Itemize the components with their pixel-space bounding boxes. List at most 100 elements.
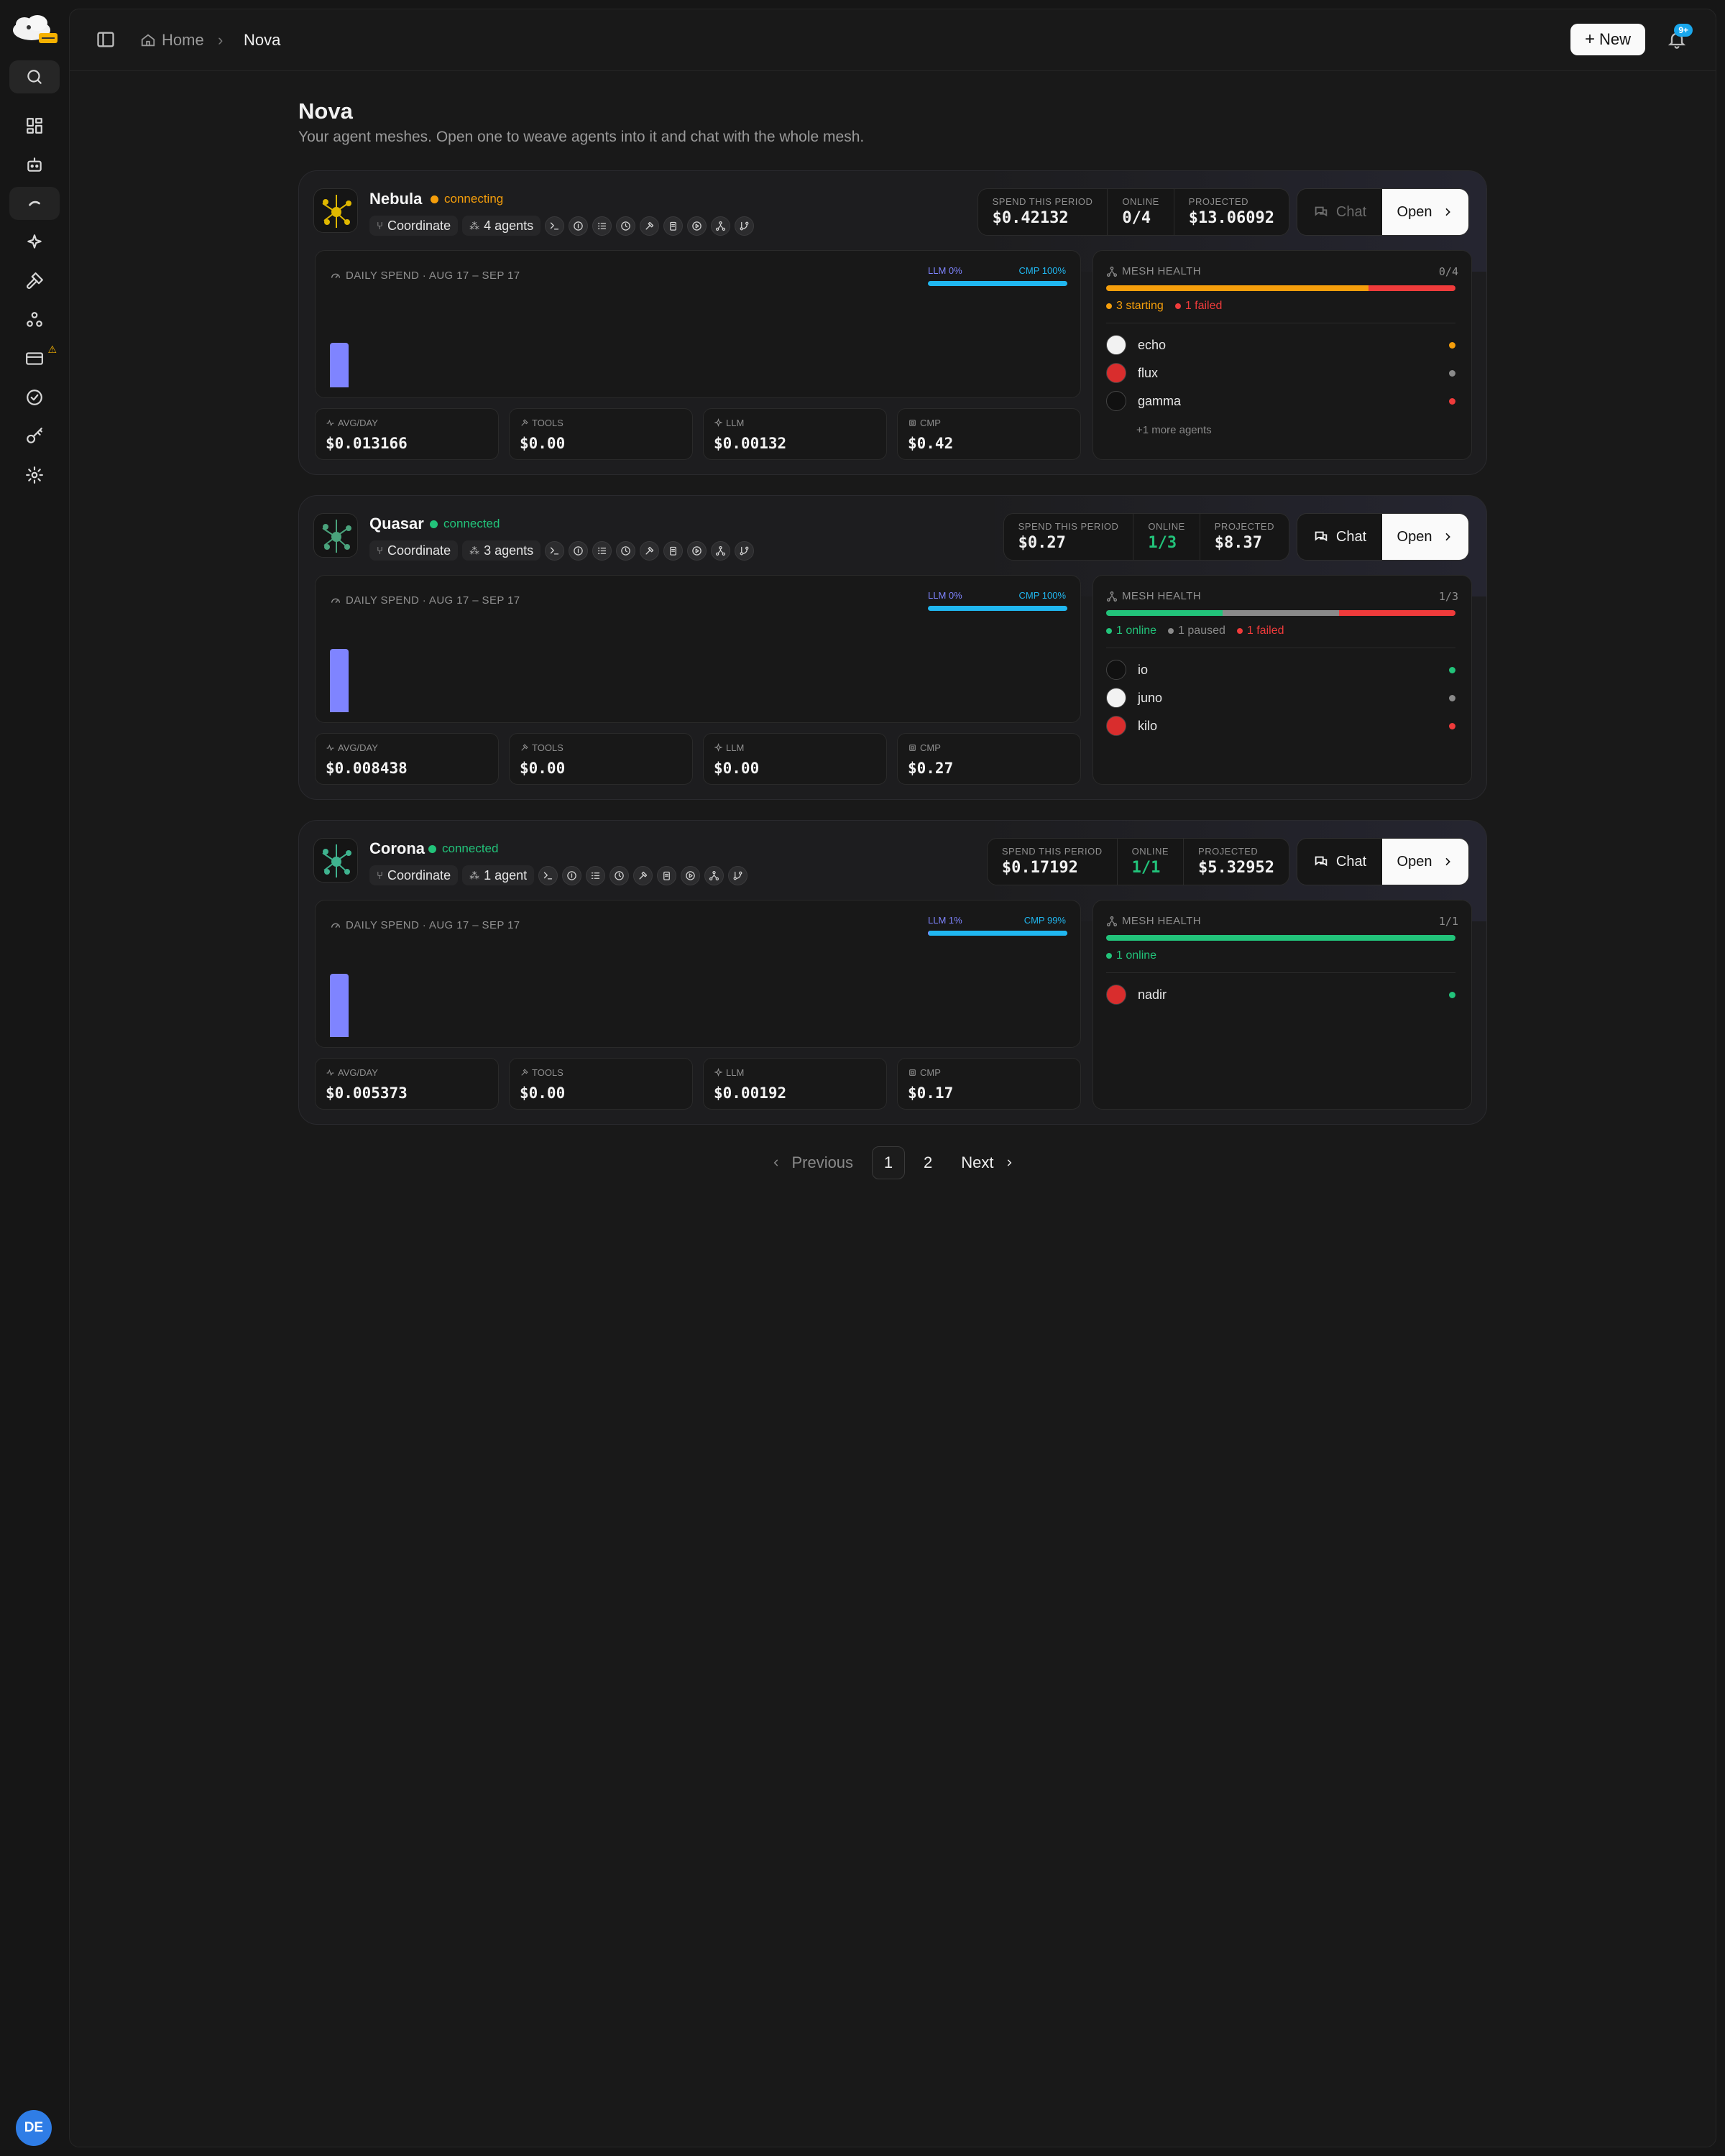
legend-text: 1 online xyxy=(1116,625,1157,637)
dashboard-icon xyxy=(27,118,42,134)
gear-icon xyxy=(26,466,43,484)
mesh-health-panel: MESH HEALTH 1/1 1 online nadir xyxy=(1092,900,1472,1110)
page-1-button[interactable]: 1 xyxy=(872,1146,906,1179)
open-button[interactable]: Open xyxy=(1382,189,1468,235)
divider xyxy=(1106,972,1455,973)
nav-billing[interactable]: ⚠ xyxy=(9,342,60,375)
breadcrumb-home[interactable]: Home xyxy=(140,31,204,50)
nav-dashboard[interactable] xyxy=(9,109,60,142)
previous-page-button[interactable]: Previous xyxy=(761,1146,863,1179)
cmp-spend-icon xyxy=(909,1069,916,1076)
mesh-health-label: MESH HEALTH xyxy=(1106,265,1201,277)
status-dot xyxy=(431,195,438,203)
play-circle-icon xyxy=(692,221,702,231)
status-label: connected xyxy=(443,517,500,530)
key-icon xyxy=(27,428,42,443)
agents-count-tag: ⁂ 4 agents xyxy=(462,216,541,236)
new-button[interactable]: + New xyxy=(1570,24,1645,55)
notifications-button[interactable]: 9+ xyxy=(1667,24,1693,51)
breadcrumb-separator-icon: › xyxy=(218,31,224,49)
daily-spend-label: DAILY SPEND · AUG 17 – SEP 17 xyxy=(330,919,520,931)
mesh-name[interactable]: Corona xyxy=(369,839,425,858)
top-bar: Home › Nova + New 9+ xyxy=(70,9,1716,71)
sidebar-toggle-button[interactable] xyxy=(96,29,117,51)
daily-spend-chart xyxy=(330,294,1063,387)
mesh-status: connected xyxy=(430,517,500,531)
mesh-name[interactable]: Quasar xyxy=(369,515,424,533)
agent-row[interactable]: juno xyxy=(1106,687,1455,709)
avg-day-icon xyxy=(326,1069,334,1077)
chat-button[interactable]: Chat xyxy=(1297,189,1382,235)
page-title: Nova xyxy=(298,98,353,124)
nav-sparkles[interactable] xyxy=(9,226,60,259)
nav-settings[interactable] xyxy=(9,459,60,492)
search-button[interactable] xyxy=(9,60,60,93)
mesh-status: connecting xyxy=(431,192,503,206)
cmp-spend-label: CMP xyxy=(908,418,941,428)
spend-this-period-label: SPEND THIS PERIOD xyxy=(992,196,1093,207)
legend-text: 1 paused xyxy=(1178,625,1225,637)
agent-row[interactable]: kilo xyxy=(1106,715,1455,737)
cmp-share-fill xyxy=(929,931,1067,936)
agent-name: echo xyxy=(1138,337,1167,352)
gauge-icon xyxy=(331,273,340,278)
mesh-health-panel: MESH HEALTH 0/4 3 starting 1 failed echo flux… xyxy=(1092,250,1472,460)
health-legend-item: 1 failed xyxy=(1174,300,1222,313)
agent-row[interactable]: gamma xyxy=(1106,390,1455,412)
nav-tasks[interactable] xyxy=(9,381,60,414)
llm-spend-label: LLM xyxy=(714,418,744,428)
open-button[interactable]: Open xyxy=(1382,514,1468,560)
user-avatar[interactable]: DE xyxy=(16,2110,52,2146)
check-circle-icon xyxy=(27,390,42,405)
tools-spend-label-text: TOOLS xyxy=(532,1067,564,1078)
chat-button[interactable]: Chat xyxy=(1297,839,1382,885)
clipboard-icon xyxy=(663,871,671,880)
more-agents-link[interactable]: +1 more agents xyxy=(1136,424,1212,436)
online-count-value: 1/3 xyxy=(1148,534,1177,552)
agents-count-label: 1 agent xyxy=(484,867,528,883)
agent-row[interactable]: flux xyxy=(1106,362,1455,384)
breadcrumb-home-label: Home xyxy=(162,31,204,49)
mesh-health-label: MESH HEALTH xyxy=(1106,590,1201,602)
chat-label: Chat xyxy=(1335,528,1367,545)
llm-spend-label-text: LLM xyxy=(726,1067,745,1078)
agent-row[interactable]: echo xyxy=(1106,334,1455,356)
network-icon xyxy=(1107,591,1117,602)
daily-spend-bar xyxy=(330,342,349,387)
nav-nova[interactable] xyxy=(9,187,60,220)
avg-day-value: $0.008438 xyxy=(326,760,408,777)
open-button[interactable]: Open xyxy=(1382,839,1468,885)
cmp-spend-icon xyxy=(909,745,916,751)
llm-spend-label-text: LLM xyxy=(726,418,745,428)
online-count-label: ONLINE xyxy=(1148,521,1185,532)
avg-day-icon xyxy=(326,744,334,752)
nav-mesh[interactable] xyxy=(9,303,60,336)
mesh-health-text: MESH HEALTH xyxy=(1122,915,1201,927)
mesh-name[interactable]: Nebula xyxy=(369,190,422,208)
tool-play-circle-icon xyxy=(681,865,701,885)
agent-row[interactable]: io xyxy=(1106,659,1455,681)
projected-spend-label: PROJECTED xyxy=(1198,846,1259,857)
clock-icon xyxy=(621,545,630,556)
llm-spend-tile: LLM $0.00192 xyxy=(703,1058,887,1110)
agent-status-dot xyxy=(1449,369,1455,377)
agent-row[interactable]: nadir xyxy=(1106,984,1455,1005)
llm-cmp-ratio-bar xyxy=(928,606,1067,611)
nav-agents[interactable] xyxy=(9,148,60,181)
app-logo[interactable] xyxy=(10,13,59,46)
daily-spend-label: DAILY SPEND · AUG 17 – SEP 17 xyxy=(330,270,520,282)
mesh-health-count: 1/1 xyxy=(1438,915,1458,928)
nav-tools[interactable] xyxy=(9,264,60,298)
chat-button[interactable]: Chat xyxy=(1297,514,1382,560)
mesh-stats: SPEND THIS PERIOD $0.17192 ONLINE 1/1 PROJEC… xyxy=(986,838,1289,885)
legend-dot xyxy=(1168,628,1174,634)
legend-text: 1 online xyxy=(1116,949,1157,962)
chat-label: Chat xyxy=(1335,853,1367,870)
next-page-button[interactable]: Next xyxy=(951,1146,1024,1179)
network-icon xyxy=(1107,266,1117,277)
info-icon xyxy=(567,870,576,880)
nav-keys[interactable] xyxy=(9,420,60,453)
info-icon xyxy=(574,545,583,556)
page-2-button[interactable]: 2 xyxy=(914,1146,942,1179)
agent-avatar xyxy=(1106,335,1126,355)
